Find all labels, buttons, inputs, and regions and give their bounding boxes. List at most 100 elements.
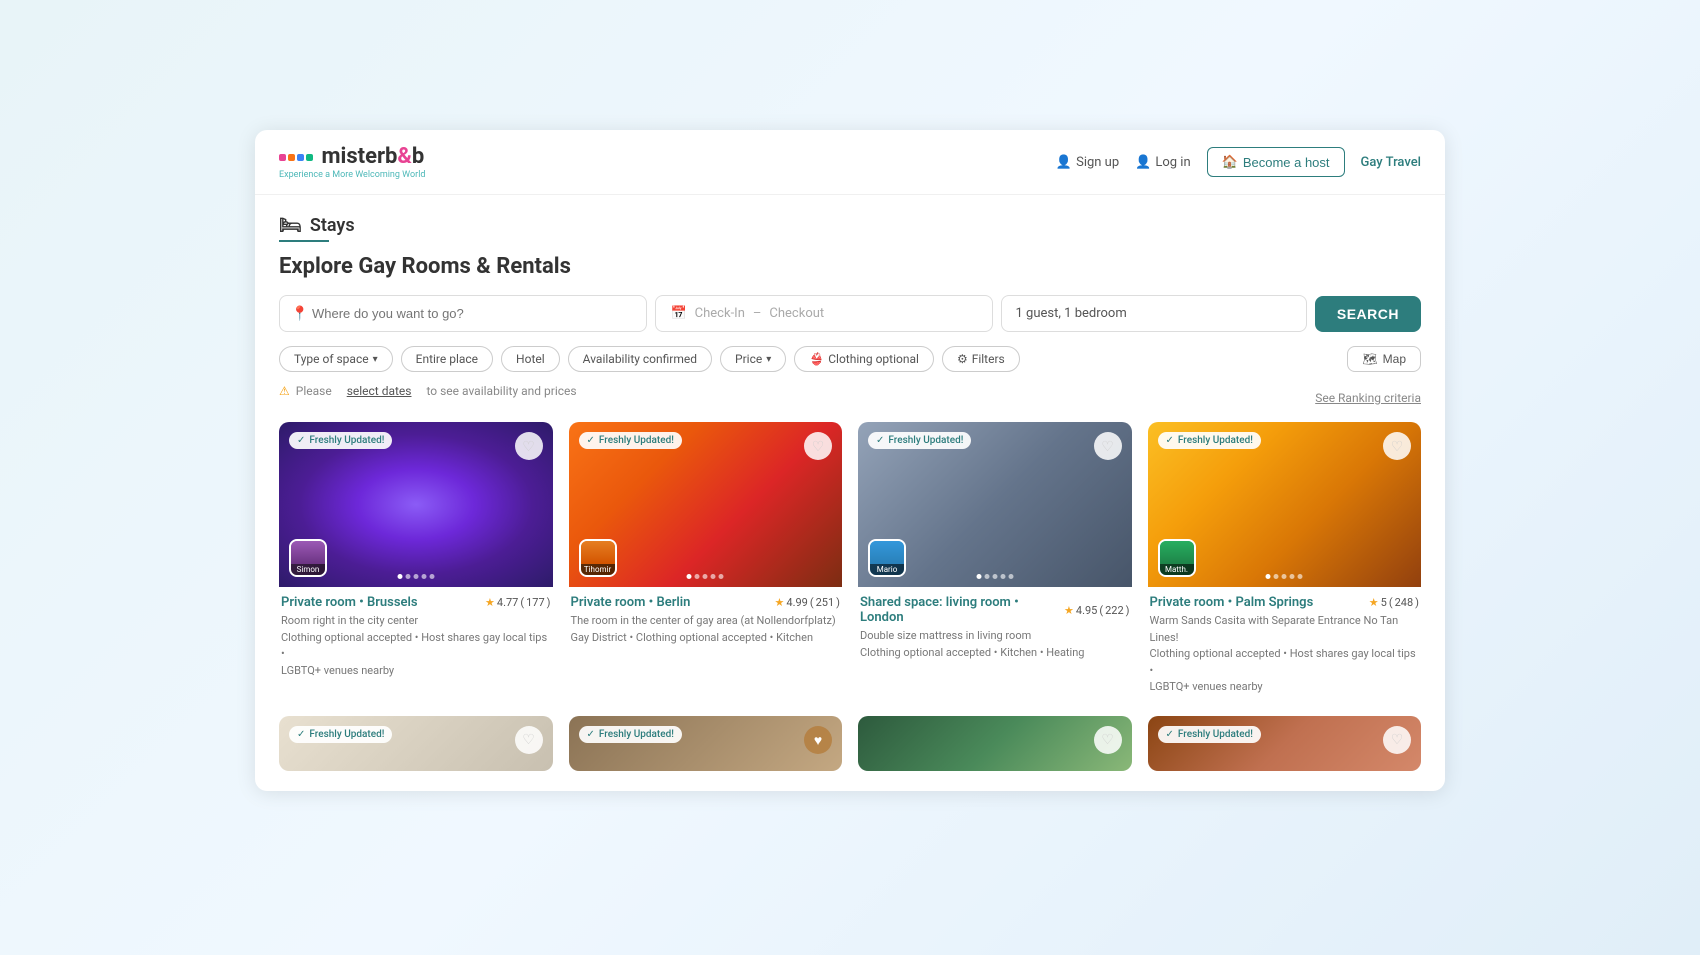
- calendar-icon: 📅: [670, 306, 686, 321]
- content-area: 🛏 Stays Explore Gay Rooms & Rentals 📍 📅 …: [255, 195, 1445, 791]
- filter-availability[interactable]: Availability confirmed: [568, 346, 712, 372]
- explore-title: Explore Gay Rooms & Rentals: [279, 254, 1421, 279]
- listing-card-palmsprings[interactable]: ✓ Freshly Updated! ♡ Matth.: [1148, 422, 1422, 700]
- availability-notice-row: ⚠ Please select dates to see availabilit…: [279, 384, 1421, 412]
- card-image-bottom-3: ♡: [858, 716, 1132, 771]
- header: misterb&b Experience a More Welcoming Wo…: [255, 130, 1445, 195]
- logo-mister: misterb: [321, 144, 397, 169]
- freshly-badge-b2: ✓ Freshly Updated!: [579, 726, 682, 743]
- image-dots-1: [397, 574, 434, 579]
- gay-travel-link[interactable]: Gay Travel: [1361, 155, 1421, 170]
- logo-b: b: [412, 144, 424, 169]
- favorite-button-b1[interactable]: ♡: [515, 726, 543, 754]
- card-info-brussels: Private room • Brussels ★ 4.77 (177) Roo…: [279, 587, 553, 683]
- check-icon: ✓: [297, 435, 305, 446]
- login-link[interactable]: 👤 Log in: [1135, 155, 1190, 170]
- logo-area: misterb&b Experience a More Welcoming Wo…: [279, 144, 425, 180]
- favorite-button-3[interactable]: ♡: [1094, 432, 1122, 460]
- host-avatar-tihomir: Tihomir: [579, 539, 617, 577]
- card-image-bottom-1: ✓ Freshly Updated! ♡: [279, 716, 553, 771]
- card-image-brussels: ✓ Freshly Updated! ♡ Simon: [279, 422, 553, 587]
- favorite-button-b2[interactable]: ♥: [804, 726, 832, 754]
- map-button[interactable]: 🗺 Map: [1347, 346, 1421, 372]
- listing-card-bottom-1[interactable]: ✓ Freshly Updated! ♡: [279, 716, 553, 771]
- settings-icon: ⚙: [957, 352, 968, 366]
- signup-link[interactable]: 👤 Sign up: [1056, 155, 1119, 170]
- card-rating-berlin: ★ 4.99 (251): [775, 596, 840, 609]
- favorite-button-b4[interactable]: ♡: [1383, 726, 1411, 754]
- card-desc-brussels: Room right in the city center Clothing o…: [281, 613, 551, 679]
- image-dots-3: [976, 574, 1013, 579]
- bed-icon: 🛏: [279, 215, 302, 236]
- card-desc-london: Double size mattress in living room Clot…: [860, 628, 1130, 661]
- host-avatar-mario: Mario: [868, 539, 906, 577]
- header-nav: 👤 Sign up 👤 Log in 🏠 Become a host Gay T…: [1056, 147, 1421, 177]
- card-image-london: ✓ Freshly Updated! ♡ Mario: [858, 422, 1132, 587]
- listing-card-brussels[interactable]: ✓ Freshly Updated! ♡ Simon: [279, 422, 553, 700]
- card-title-berlin: Private room • Berlin: [571, 595, 691, 610]
- title-underline: [279, 240, 329, 242]
- listing-card-london[interactable]: ✓ Freshly Updated! ♡ Mario: [858, 422, 1132, 700]
- date-input[interactable]: 📅 Check-In – Checkout: [655, 295, 992, 332]
- availability-notice: ⚠ Please select dates to see availabilit…: [279, 384, 577, 398]
- listing-card-berlin[interactable]: ✓ Freshly Updated! ♡ Tihomir: [569, 422, 843, 700]
- person-icon-2: 👤: [1135, 155, 1151, 170]
- listing-card-bottom-3[interactable]: ♡: [858, 716, 1132, 771]
- filter-type-space[interactable]: Type of space ▾: [279, 346, 393, 372]
- location-input-wrap: 📍: [279, 295, 647, 332]
- image-dots-2: [687, 574, 724, 579]
- card-info-palmsprings: Private room • Palm Springs ★ 5 (248) Wa…: [1148, 587, 1422, 700]
- check-icon-4: ✓: [1166, 435, 1174, 446]
- clothing-icon: 👙: [809, 352, 824, 366]
- logo-tagline: Experience a More Welcoming World: [279, 170, 425, 180]
- filter-hotel[interactable]: Hotel: [501, 346, 560, 372]
- filters-row: Type of space ▾ Entire place Hotel Avail…: [279, 346, 1421, 372]
- logo-ampersand: &: [397, 144, 411, 169]
- filter-price[interactable]: Price ▾: [720, 346, 786, 372]
- card-desc-palmsprings: Warm Sands Casita with Separate Entrance…: [1150, 613, 1420, 696]
- image-dots-4: [1266, 574, 1303, 579]
- card-info-london: Shared space: living room • London ★ 4.9…: [858, 587, 1132, 665]
- card-image-bottom-2: ✓ Freshly Updated! ♥: [569, 716, 843, 771]
- filter-entire-place[interactable]: Entire place: [401, 346, 493, 372]
- card-desc-berlin: The room in the center of gay area (at N…: [571, 613, 841, 646]
- listing-card-bottom-4[interactable]: ✓ Freshly Updated! ♡: [1148, 716, 1422, 771]
- check-icon-3: ✓: [876, 435, 884, 446]
- host-avatar-simon: Simon: [289, 539, 327, 577]
- stays-section-title: 🛏 Stays: [279, 215, 1421, 236]
- location-input[interactable]: [279, 295, 647, 332]
- card-rating-palmsprings: ★ 5 (248): [1369, 596, 1419, 609]
- guests-value: 1 guest, 1 bedroom: [1016, 306, 1127, 321]
- freshly-badge-b1: ✓ Freshly Updated!: [289, 726, 392, 743]
- card-title-brussels: Private room • Brussels: [281, 595, 418, 610]
- search-bar: 📍 📅 Check-In – Checkout 1 guest, 1 bedro…: [279, 295, 1421, 332]
- search-button[interactable]: SEARCH: [1315, 296, 1421, 332]
- card-rating-brussels: ★ 4.77 (177): [485, 596, 550, 609]
- guests-input[interactable]: 1 guest, 1 bedroom: [1001, 295, 1307, 332]
- select-dates-link[interactable]: select dates: [347, 384, 412, 398]
- favorite-button-b3[interactable]: ♡: [1094, 726, 1122, 754]
- become-host-button[interactable]: 🏠 Become a host: [1207, 147, 1345, 177]
- chevron-down-icon-2: ▾: [766, 354, 771, 365]
- freshly-updated-badge-3: ✓ Freshly Updated!: [868, 432, 971, 449]
- host-avatar-matth: Matth.: [1158, 539, 1196, 577]
- card-title-london: Shared space: living room • London: [860, 595, 1064, 625]
- chevron-down-icon: ▾: [373, 354, 378, 365]
- filter-clothing[interactable]: 👙 Clothing optional: [794, 346, 934, 372]
- cards-grid: ✓ Freshly Updated! ♡ Simon: [279, 422, 1421, 700]
- card-info-berlin: Private room • Berlin ★ 4.99 (251) The r…: [569, 587, 843, 650]
- favorite-button-4[interactable]: ♡: [1383, 432, 1411, 460]
- listing-card-bottom-2[interactable]: ✓ Freshly Updated! ♥: [569, 716, 843, 771]
- favorite-button-2[interactable]: ♡: [804, 432, 832, 460]
- card-rating-london: ★ 4.95 (222): [1064, 604, 1129, 617]
- favorite-button-1[interactable]: ♡: [515, 432, 543, 460]
- freshly-updated-badge-4: ✓ Freshly Updated!: [1158, 432, 1261, 449]
- warning-icon: ⚠: [279, 384, 290, 398]
- freshly-updated-badge-2: ✓ Freshly Updated!: [579, 432, 682, 449]
- logo[interactable]: misterb&b: [279, 144, 425, 169]
- ranking-criteria-link[interactable]: See Ranking criteria: [1315, 391, 1421, 405]
- bottom-cards-grid: ✓ Freshly Updated! ♡ ✓ Freshly Updated! …: [279, 716, 1421, 771]
- freshly-badge-b4: ✓ Freshly Updated!: [1158, 726, 1261, 743]
- filter-filters[interactable]: ⚙ Filters: [942, 346, 1020, 372]
- check-icon-2: ✓: [587, 435, 595, 446]
